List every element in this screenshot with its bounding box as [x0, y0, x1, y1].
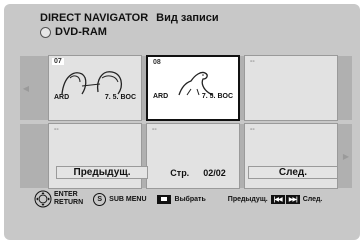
submenu-label: SUB MENU — [109, 195, 147, 203]
submenu-icon: S — [93, 192, 107, 206]
thumbnail-08[interactable]: 08 ARD 7. 5. BOC — [146, 55, 240, 121]
title-number: 07 — [52, 58, 64, 65]
skip-next-label: След. — [302, 195, 323, 203]
screen-title: DIRECT NAVIGATOR Вид записи — [40, 12, 219, 24]
skip-guide: Предыдущ. |◀◀ ▶▶| След. — [227, 194, 323, 204]
skip-buttons: |◀◀ ▶▶| — [270, 194, 300, 204]
button-guide: ENTER RETURN S SUB MENU Выбрать Предыдущ… — [34, 184, 356, 214]
title-number: -- — [152, 126, 157, 133]
disc-icon — [40, 26, 51, 38]
skip-forward-icon: ▶▶| — [285, 194, 300, 204]
media-type: DVD-RAM — [40, 26, 107, 38]
page-indicator: Стр. 02/02 — [148, 168, 248, 178]
select-icon — [156, 194, 171, 204]
thumbnail-07[interactable]: 07 ARD 7. 5. BOC — [48, 55, 142, 121]
scroll-left-icon[interactable]: ◀ — [22, 56, 30, 120]
select-label: Выбрать — [174, 195, 206, 203]
submenu-guide: S SUB MENU — [93, 192, 147, 206]
enter-label: ENTER — [54, 191, 78, 198]
couple-illustration — [61, 71, 123, 95]
channel-label: ARD — [54, 94, 70, 101]
view-mode-label: Вид записи — [156, 12, 219, 24]
skip-back-icon: |◀◀ — [270, 194, 285, 204]
title-number: -- — [54, 126, 59, 133]
thumbnail-caption: ARD 7. 5. BOC — [51, 94, 139, 106]
media-label: DVD-RAM — [55, 26, 107, 38]
thumbnail-empty[interactable]: -- — [146, 123, 240, 189]
title-number: -- — [250, 58, 255, 65]
next-page-button[interactable]: След. — [248, 166, 338, 179]
pager: Предыдущ. Стр. 02/02 След. — [56, 166, 338, 179]
date-label: 7. 5. BOC — [201, 93, 233, 100]
navigator-screen: DIRECT NAVIGATOR Вид записи DVD-RAM ◀ ▶ 0… — [4, 4, 360, 240]
channel-label: ARD — [153, 93, 169, 100]
page-value: 02/02 — [203, 167, 226, 178]
select-guide: Выбрать — [156, 194, 206, 204]
date-label: 7. 5. BOC — [104, 94, 136, 101]
title-number: -- — [250, 126, 255, 133]
thumbnail-empty[interactable]: -- — [244, 123, 338, 189]
title-text: DIRECT NAVIGATOR — [40, 12, 149, 24]
previous-page-button[interactable]: Предыдущ. — [56, 166, 148, 179]
title-number: 08 — [151, 59, 163, 66]
thumbnail-empty[interactable]: -- — [48, 123, 142, 189]
scroll-right-icon[interactable]: ▶ — [342, 124, 350, 188]
thumbnail-empty[interactable]: -- — [244, 55, 338, 121]
cursor-pad-icon — [34, 190, 52, 208]
return-label: RETURN — [54, 199, 84, 206]
enter-return-guide: ENTER RETURN — [34, 190, 83, 208]
page-label: Стр. — [170, 167, 190, 178]
skip-prev-label: Предыдущ. — [227, 195, 268, 203]
thumbnail-caption: ARD 7. 5. BOC — [150, 93, 236, 105]
